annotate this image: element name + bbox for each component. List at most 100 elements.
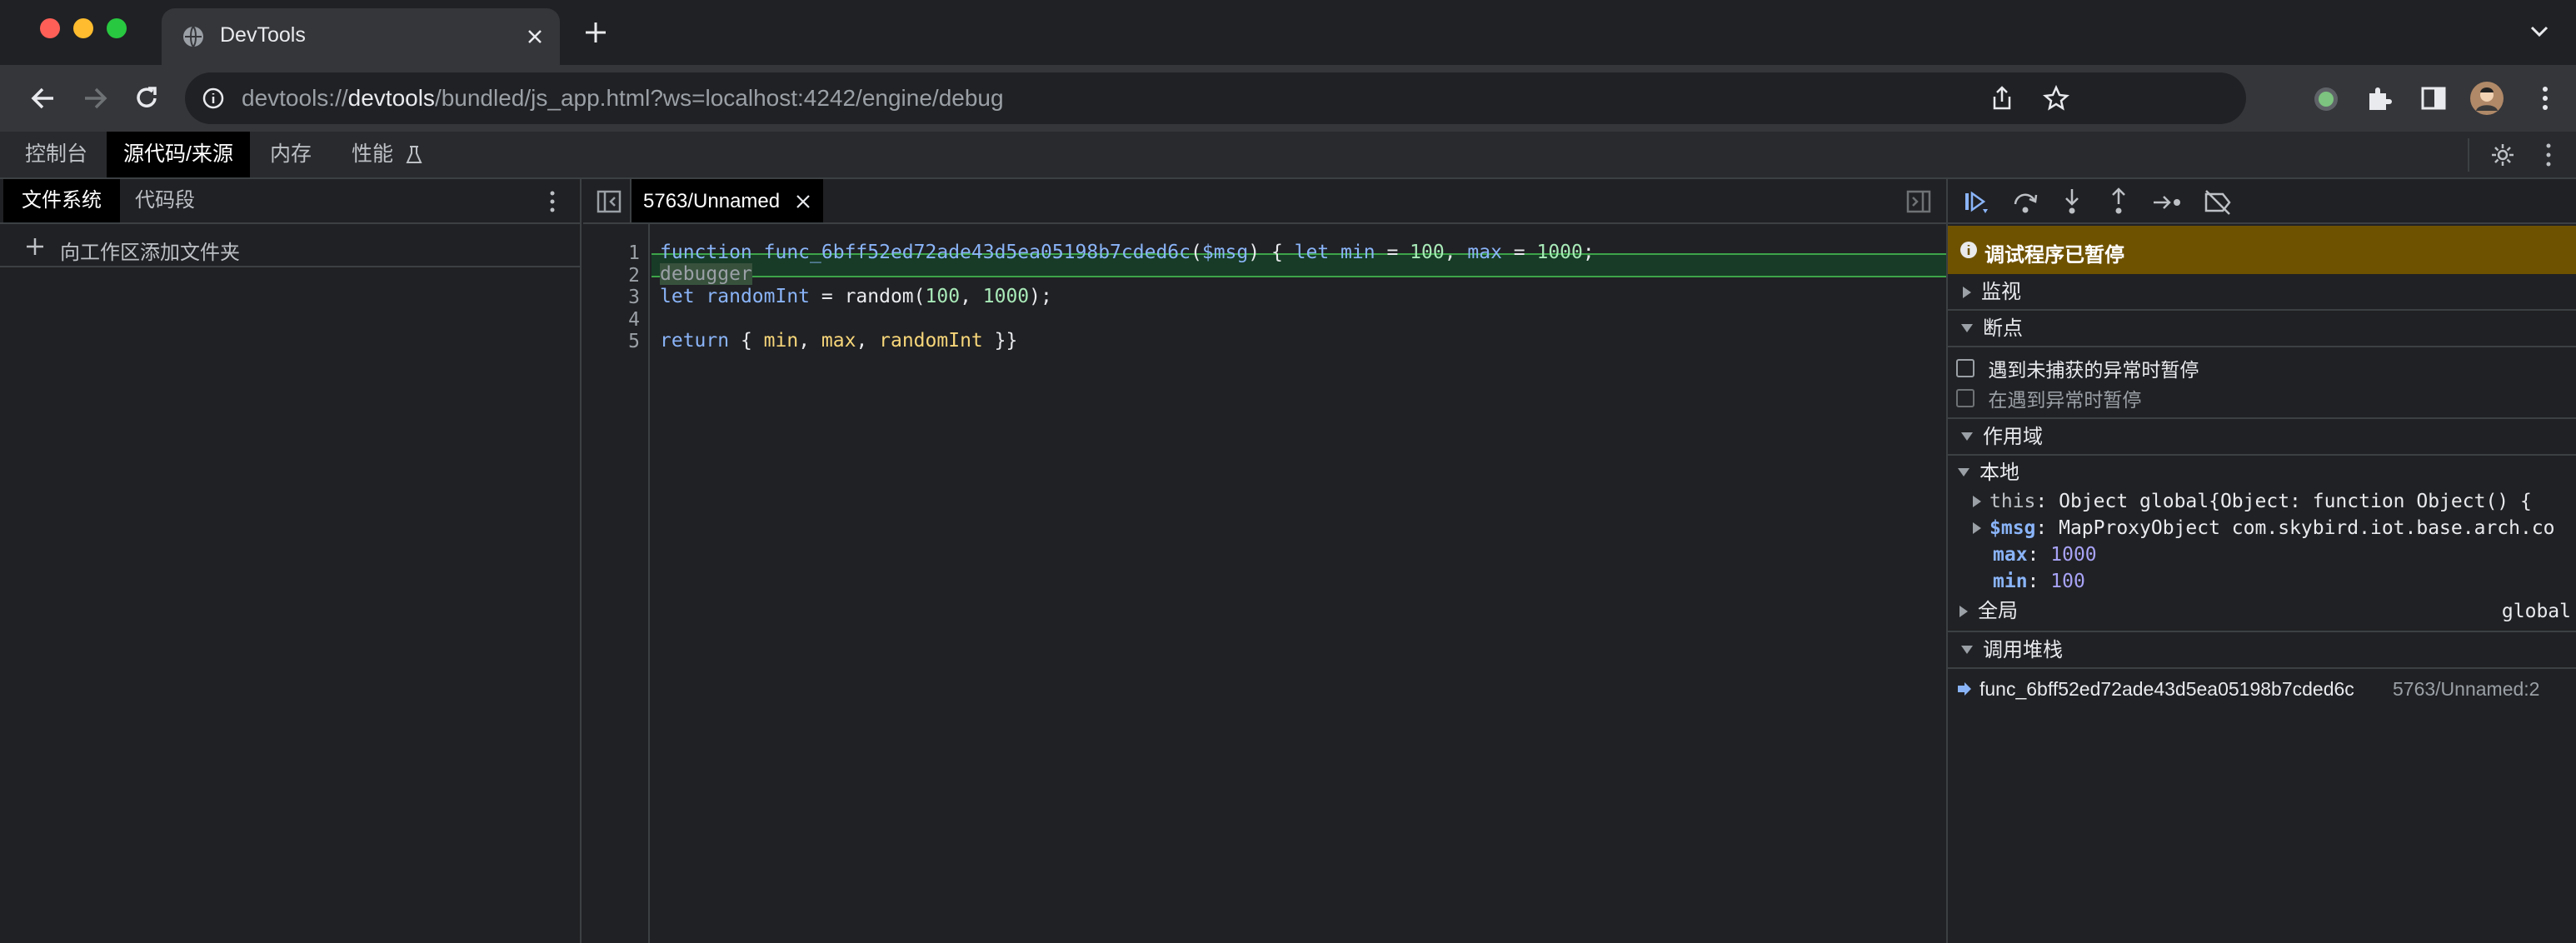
close-tab-icon[interactable]: [525, 27, 545, 47]
watch-section-header[interactable]: 监视: [1948, 274, 2576, 311]
info-icon[interactable]: [202, 87, 225, 110]
back-arrow-icon[interactable]: [28, 83, 58, 113]
code-token: ) {: [1248, 242, 1295, 263]
code-token: ,: [1444, 242, 1468, 263]
var-key: $msg: [1989, 517, 2036, 539]
tab-title: DevTools: [220, 23, 306, 47]
breakpoints-section-header[interactable]: 断点: [1948, 311, 2576, 347]
scope-var-this[interactable]: this: Object global{Object: function Obj…: [1973, 491, 2573, 512]
line-number[interactable]: 5: [628, 331, 640, 352]
info-icon: [1959, 241, 1978, 259]
expand-arrow-icon: [1973, 496, 1981, 507]
code-token: func_6bff52ed72ade43d5ea05198b7cded6c: [763, 242, 1191, 263]
code-token: let: [1294, 242, 1330, 263]
navigator-tabs: 文件系统 代码段: [0, 179, 580, 224]
code-token: let: [660, 286, 695, 307]
code-line-1[interactable]: function func_6bff52ed72ade43d5ea05198b7…: [660, 242, 1595, 263]
navigator-menu-icon[interactable]: [548, 189, 557, 214]
scope-var-min[interactable]: min: 100: [1993, 571, 2085, 592]
forward-arrow-icon[interactable]: [80, 83, 110, 113]
tab-performance[interactable]: 性能: [335, 132, 439, 177]
code-token: $msg: [1201, 242, 1249, 263]
line-number[interactable]: 1: [628, 242, 640, 264]
code-line-2[interactable]: debugger: [660, 263, 752, 285]
tab-search-chevron-icon[interactable]: [2529, 25, 2549, 38]
code-token: = random(: [810, 286, 926, 307]
toolbar-divider: [2468, 138, 2469, 172]
add-folder-button[interactable]: 向工作区添加文件夹: [0, 226, 580, 267]
tab-console[interactable]: 控制台: [8, 132, 104, 177]
tab-console-label: 控制台: [25, 142, 88, 166]
line-number-gutter: 1 2 3 4 5: [583, 224, 650, 943]
extension-status-icon[interactable]: [2313, 86, 2339, 112]
minimize-window-button[interactable]: [73, 18, 93, 38]
zoom-window-button[interactable]: [107, 18, 127, 38]
step-over-icon[interactable]: [2011, 189, 2039, 216]
frame-location[interactable]: 5763/Unnamed:2: [2393, 672, 2539, 706]
browser-tab[interactable]: DevTools: [162, 8, 560, 65]
callstack-section-header[interactable]: 调用堆栈: [1948, 631, 2576, 669]
code-line-5[interactable]: return { min, max, randomInt }}: [660, 330, 1017, 352]
pause-uncaught-checkbox[interactable]: [1956, 359, 1974, 377]
scope-section-header[interactable]: 作用域: [1948, 417, 2576, 456]
navigator-pane: 文件系统 代码段 向工作区添加文件夹: [0, 179, 582, 943]
url-host: devtools: [347, 85, 435, 111]
scope-global-row[interactable]: 全局 global: [1948, 596, 2576, 627]
toggle-navigator-icon[interactable]: [597, 189, 622, 214]
tab-memory[interactable]: 内存: [253, 132, 328, 177]
experiment-flask-icon: [406, 145, 422, 165]
bookmark-star-icon[interactable]: [2043, 85, 2069, 112]
local-label: 本地: [1979, 462, 2019, 484]
call-frame[interactable]: func_6bff52ed72ade43d5ea05198b7cded6c 57…: [1948, 672, 2576, 706]
source-editor: 5763/Unnamed 1 2 3 4 5 function func_6bf…: [583, 179, 1946, 943]
code-line-3[interactable]: let randomInt = random(100, 1000);: [660, 286, 1052, 307]
close-file-icon[interactable]: [795, 193, 811, 210]
code-token: 1000: [982, 286, 1030, 307]
browser-toolbar: devtools://devtools/bundled/js_app.html?…: [0, 65, 2576, 132]
file-tab[interactable]: 5763/Unnamed: [632, 179, 823, 222]
side-panel-icon[interactable]: [2421, 87, 2446, 110]
share-icon[interactable]: [1989, 85, 2014, 112]
code-token: function: [660, 242, 752, 263]
pause-caught-checkbox[interactable]: [1956, 389, 1974, 407]
tab-sources[interactable]: 源代码/来源: [107, 132, 250, 177]
deactivate-breakpoints-icon[interactable]: [2203, 189, 2233, 216]
settings-gear-icon[interactable]: [2489, 142, 2516, 168]
step-into-icon[interactable]: [2059, 187, 2084, 216]
var-value: Object global{Object: function Object() …: [2059, 491, 2532, 512]
code-token: randomInt: [879, 330, 983, 352]
close-window-button[interactable]: [40, 18, 60, 38]
pause-uncaught-checkbox-row[interactable]: 遇到未捕获的异常时暂停: [1956, 354, 2199, 382]
scope-var-max[interactable]: max: 1000: [1993, 544, 2097, 566]
new-tab-icon[interactable]: [583, 20, 608, 45]
step-icon[interactable]: [2151, 189, 2184, 216]
pause-caught-checkbox-row[interactable]: 在遇到异常时暂停: [1956, 384, 2141, 412]
resume-icon[interactable]: [1963, 189, 1989, 216]
scope-var-msg[interactable]: $msg: MapProxyObject com.skybird.iot.bas…: [1973, 517, 2573, 539]
browser-menu-icon[interactable]: [2541, 85, 2549, 112]
profile-avatar[interactable]: [2469, 81, 2504, 116]
debugger-toolbar: [1948, 179, 2576, 224]
step-out-icon[interactable]: [2106, 187, 2131, 216]
scope-local-row[interactable]: 本地: [1948, 457, 2576, 489]
devtools-menu-icon[interactable]: [2544, 142, 2553, 168]
line-number[interactable]: 2: [628, 265, 640, 287]
callstack-label: 调用堆栈: [1983, 639, 2063, 661]
tab-snippets[interactable]: 代码段: [117, 179, 213, 222]
code-token: 100: [925, 286, 961, 307]
collapse-arrow-icon: [1961, 646, 1973, 654]
expand-arrow-icon: [1963, 287, 1971, 298]
var-value: 1000: [2050, 544, 2097, 566]
code-token: {: [729, 330, 764, 352]
tab-performance-label: 性能: [352, 142, 394, 166]
address-bar[interactable]: devtools://devtools/bundled/js_app.html?…: [185, 72, 2246, 124]
reload-icon[interactable]: [132, 83, 162, 113]
line-number[interactable]: 4: [628, 309, 640, 331]
line-number[interactable]: 3: [628, 287, 640, 308]
browser-tab-strip: DevTools: [0, 0, 2576, 65]
tab-filesystem[interactable]: 文件系统: [3, 179, 120, 222]
toggle-debugger-icon[interactable]: [1906, 189, 1931, 214]
code-token: return: [660, 330, 730, 352]
extensions-puzzle-icon[interactable]: [2366, 85, 2393, 112]
